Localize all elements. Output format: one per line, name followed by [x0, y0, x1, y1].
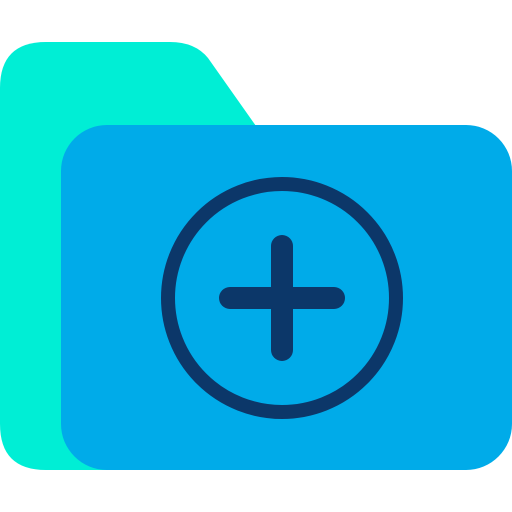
icon-canvas: [0, 0, 512, 512]
folder-add-icon: [0, 42, 512, 470]
